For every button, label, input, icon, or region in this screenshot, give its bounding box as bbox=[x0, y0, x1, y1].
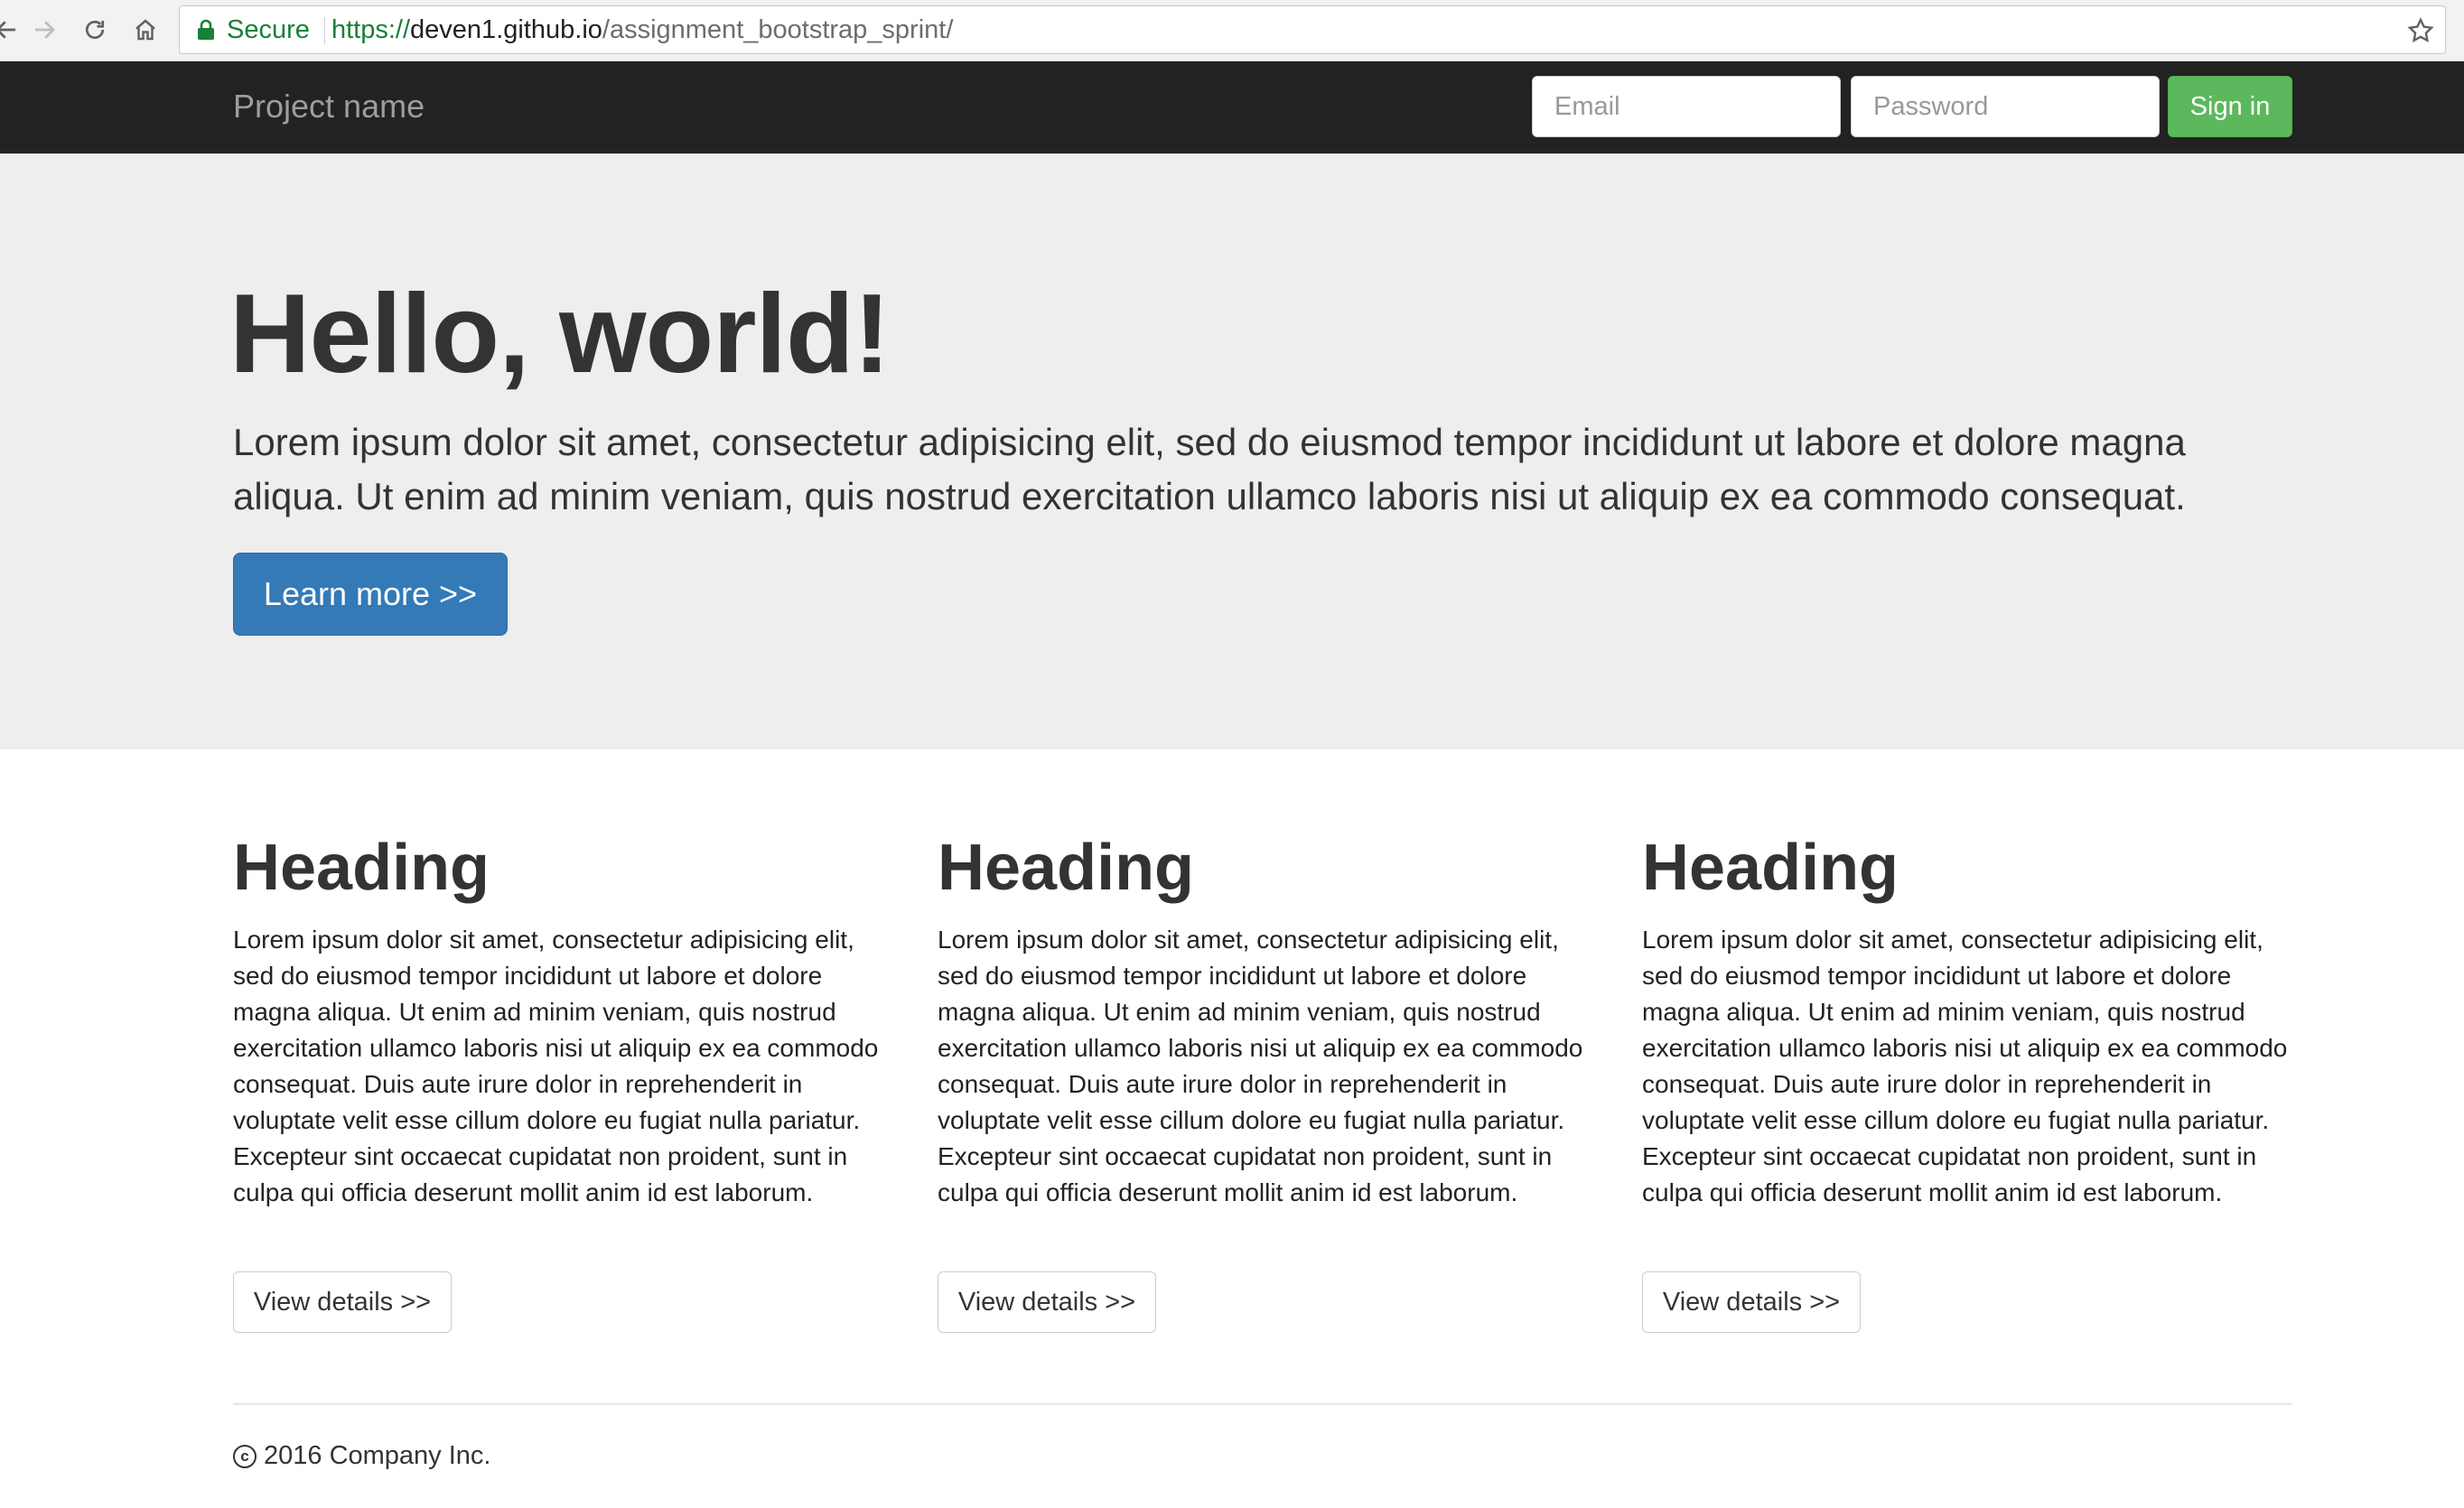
url-text: https://deven1.github.io/assignment_boot… bbox=[331, 6, 953, 53]
jumbotron: Hello, world! Lorem ipsum dolor sit amet… bbox=[0, 154, 2464, 749]
column-text: Lorem ipsum dolor sit amet, consectetur … bbox=[1642, 926, 2288, 1206]
footer-text: 2016 Company Inc. bbox=[264, 1441, 491, 1470]
column-heading: Heading bbox=[938, 832, 1195, 904]
column-heading: Heading bbox=[1642, 832, 1899, 904]
home-button[interactable] bbox=[125, 9, 166, 51]
url-path: /assignment_bootstrap_sprint/ bbox=[602, 15, 954, 44]
column-3: Heading Lorem ipsum dolor sit amet, cons… bbox=[1642, 832, 2292, 1333]
view-details-button[interactable]: View details >> bbox=[1642, 1271, 1861, 1333]
navbar: Project name Sign in bbox=[0, 61, 2464, 154]
column-text: Lorem ipsum dolor sit amet, consectetur … bbox=[938, 926, 1583, 1206]
copyright-icon: c bbox=[233, 1444, 257, 1468]
learn-more-button[interactable]: Learn more >> bbox=[233, 553, 508, 636]
omnibox-divider bbox=[324, 17, 325, 44]
home-icon bbox=[135, 19, 155, 41]
lock-icon bbox=[198, 19, 214, 40]
url-host: deven1.github.io bbox=[410, 15, 602, 44]
jumbotron-text: Lorem ipsum dolor sit amet, consectetur … bbox=[233, 421, 2186, 517]
sign-in-button[interactable]: Sign in bbox=[2168, 76, 2292, 137]
address-bar[interactable]: Secure https://deven1.github.io/assignme… bbox=[179, 5, 2446, 54]
reload-icon bbox=[85, 20, 105, 40]
password-field[interactable] bbox=[1851, 76, 2160, 137]
view-details-button[interactable]: View details >> bbox=[938, 1271, 1156, 1333]
forward-arrow-icon bbox=[35, 21, 55, 39]
reload-button[interactable] bbox=[74, 9, 116, 51]
column-1: Heading Lorem ipsum dolor sit amet, cons… bbox=[233, 832, 883, 1333]
column-heading: Heading bbox=[233, 832, 490, 904]
secure-label: Secure bbox=[227, 15, 310, 44]
view-details-button[interactable]: View details >> bbox=[233, 1271, 452, 1333]
forward-button[interactable] bbox=[23, 9, 65, 51]
column-2: Heading Lorem ipsum dolor sit amet, cons… bbox=[938, 832, 1588, 1333]
navbar-brand[interactable]: Project name bbox=[233, 61, 425, 152]
footer-divider bbox=[233, 1403, 2292, 1405]
email-field[interactable] bbox=[1532, 76, 1841, 137]
column-text: Lorem ipsum dolor sit amet, consectetur … bbox=[233, 926, 879, 1206]
footer: c 2016 Company Inc. bbox=[233, 1441, 490, 1471]
page-title: Hello, world! bbox=[229, 272, 891, 396]
url-scheme: https:// bbox=[331, 15, 411, 44]
browser-toolbar: Secure https://deven1.github.io/assignme… bbox=[0, 0, 2464, 61]
back-arrow-icon bbox=[0, 21, 15, 39]
bookmark-star-icon[interactable] bbox=[2405, 15, 2436, 46]
